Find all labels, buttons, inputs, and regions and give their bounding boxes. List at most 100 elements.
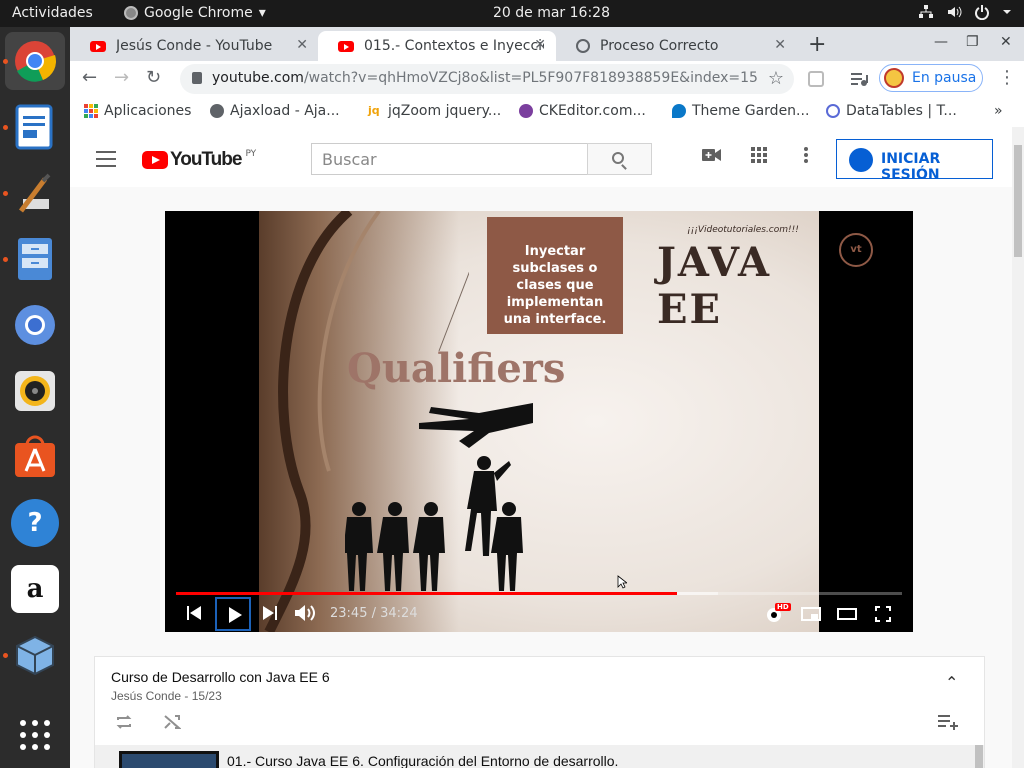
apps-grid-icon[interactable] [751,147,767,163]
forward-button[interactable]: → [114,67,129,88]
power-icon [975,5,989,20]
progress-bar[interactable] [176,592,902,595]
country-code: PY [245,149,257,159]
bookmark-aplicaciones[interactable]: Aplicaciones [84,103,191,119]
back-button[interactable]: ← [82,67,97,88]
system-tray[interactable] [918,4,1012,20]
globe-icon [210,104,224,118]
help-icon[interactable]: ? [11,499,59,547]
restore-button[interactable]: ❐ [966,34,979,50]
close-window-button[interactable]: ✕ [1000,34,1012,50]
menu-icon[interactable] [96,151,116,172]
next-icon[interactable] [263,606,277,620]
time-separator: / [367,606,381,621]
bookmark-label: Ajaxload - Aja... [230,103,340,119]
avatar [884,68,904,88]
running-indicator [3,191,8,196]
sign-in-button[interactable]: INICIAR SESIÓN [836,139,993,183]
running-indicator [3,257,8,262]
bookmark-theme-garden[interactable]: Theme Garden... [672,103,809,119]
video-thumbnail [119,751,219,768]
miniplayer-icon[interactable] [801,607,821,621]
datatables-icon [826,104,840,118]
slide-callout: Inyectar subclases o clases que implemen… [487,217,623,334]
playlist-scrollbar[interactable] [975,745,983,768]
bookmark-ckeditor[interactable]: CKEditor.com... [519,103,646,119]
playlist-sep: - [181,689,192,703]
playlist-panel: Curso de Desarrollo con Java EE 6 Jesús … [94,656,985,768]
more-vert-icon[interactable] [804,147,808,163]
fullscreen-icon[interactable] [875,606,891,622]
played-bar [176,592,677,595]
youtube-wordmark: YouTube [170,149,242,170]
new-tab-button[interactable]: + [808,32,826,57]
video-player[interactable]: Inyectar subclases o clases que implemen… [165,211,913,632]
list-item[interactable]: 01.- Curso Java EE 6. Configuración del … [95,745,984,768]
volume-icon[interactable] [295,604,317,622]
bookmark-star-icon[interactable]: ☆ [768,68,784,89]
app-menu[interactable]: Google Chrome ▾ [124,5,266,21]
speaker-icon[interactable] [11,367,59,415]
theater-mode-icon[interactable] [837,607,857,621]
bookmark-datatables[interactable]: DataTables | T... [826,103,957,119]
playlist-author[interactable]: Jesús Conde [111,689,181,703]
playlist-title[interactable]: Curso de Desarrollo con Java EE 6 [111,669,330,685]
chevron-down-icon: ▾ [258,5,266,21]
loop-icon[interactable] [115,713,133,731]
video-camera-icon[interactable] [702,147,722,163]
app-name: Google Chrome [144,5,253,21]
playlist-meta: Jesús Conde - 15/23 [111,689,222,703]
tab-title: Jesús Conde - YouTube [116,38,273,54]
tab-title: Proceso Correcto [600,38,719,54]
youtube-logo[interactable]: YouTube PY [142,149,256,171]
media-control-icon[interactable] [850,71,868,87]
search-input[interactable]: Buscar [311,143,588,175]
jq-icon: jq [368,104,380,117]
chrome-menu-button[interactable]: ⋮ [998,67,1016,88]
previous-icon[interactable] [187,606,201,620]
bookmarks-overflow-button[interactable]: » [994,103,1003,119]
close-icon[interactable]: ✕ [296,37,308,53]
close-icon[interactable]: ✕ [774,37,786,53]
apps-grid-icon[interactable] [11,711,59,759]
scrollbar-thumb[interactable] [1014,145,1022,257]
minimize-button[interactable]: — [934,34,948,50]
search-icon [612,152,624,164]
volume-icon [948,6,962,18]
collapse-chevron-icon[interactable]: ⌃ [945,673,958,692]
page-scrollbar[interactable] [1012,127,1024,768]
chrome-icon[interactable] [11,37,59,85]
profile-paused-button[interactable]: En pausa [879,64,983,92]
cube-icon[interactable] [11,631,59,679]
bookmarks-bar: Aplicaciones Ajaxload - Aja... jq jqZoom… [70,97,1024,127]
clock[interactable]: 20 de mar 16:28 [493,5,610,21]
chrome-icon [124,6,138,20]
ckeditor-icon [519,104,533,118]
software-store-icon[interactable] [11,433,59,481]
youtube-page: YouTube PY Buscar INICIAR SESIÓN Inyecta… [70,127,1012,768]
tab-jesus-conde[interactable]: Jesús Conde - YouTube ✕ [70,31,318,61]
bookmark-jqzoom[interactable]: jq jqZoom jquery... [368,103,501,119]
youtube-header: YouTube PY Buscar INICIAR SESIÓN [70,127,1012,187]
tab-proceso-correcto[interactable]: Proceso Correcto ✕ [556,31,796,61]
bookmark-ajaxload[interactable]: Ajaxload - Aja... [210,103,340,119]
paint-brush-icon[interactable] [11,169,59,217]
reload-button[interactable]: ↻ [146,67,161,88]
tab-contextos[interactable]: 015.- Contextos e Inyección ✕ [318,31,556,61]
address-bar[interactable]: youtube.com/watch?v=qhHmoVZCj8o&list=PL5… [180,64,794,94]
shuffle-icon[interactable] [163,713,181,731]
youtube-icon [142,151,168,169]
amazon-icon[interactable]: a [11,565,59,613]
extension-icon[interactable] [808,71,824,87]
current-time: 23:45 [330,606,368,621]
slide-brand: JAVA EE [657,239,772,333]
play-button[interactable] [215,597,251,631]
activities-button[interactable]: Actividades [12,5,93,21]
close-icon[interactable]: ✕ [534,37,546,53]
channel-watermark[interactable]: vt [839,233,873,267]
file-cabinet-icon[interactable] [11,235,59,283]
search-button[interactable] [587,143,652,175]
chromium-icon[interactable] [11,301,59,349]
writer-icon[interactable] [11,103,59,151]
playlist-add-icon[interactable] [937,713,959,731]
